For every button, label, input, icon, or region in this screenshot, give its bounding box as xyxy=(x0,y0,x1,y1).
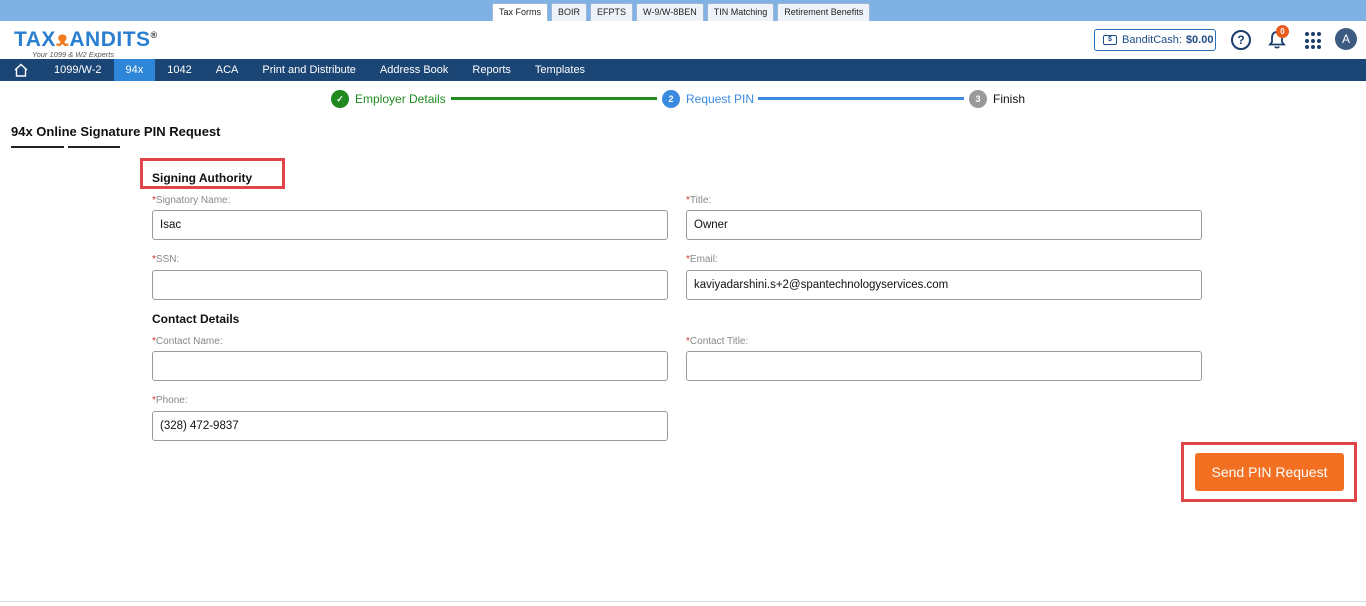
user-avatar[interactable]: A xyxy=(1335,28,1357,50)
step-finish: 3 Finish xyxy=(969,90,1025,108)
bandit-cash-button[interactable]: $ BanditCash: $0.00 xyxy=(1094,29,1216,51)
bandit-cash-label: BanditCash: xyxy=(1122,34,1182,46)
email-input[interactable] xyxy=(686,270,1202,300)
nav-print-and-distribute[interactable]: Print and Distribute xyxy=(250,59,368,81)
signatory-name-label: *Signatory Name: xyxy=(152,195,231,206)
step-number: 2 xyxy=(662,90,680,108)
nav-aca[interactable]: ACA xyxy=(204,59,251,81)
owl-icon: ᴥ xyxy=(55,28,70,51)
home-icon[interactable] xyxy=(0,59,42,81)
cash-icon: $ xyxy=(1103,35,1117,45)
ssn-label: *SSN: xyxy=(152,254,180,265)
app-header: TAXᴥANDITS® Your 1099 & W2 Experts $ Ban… xyxy=(0,21,1366,59)
tab-retirement-benefits[interactable]: Retirement Benefits xyxy=(777,3,871,21)
step-label: Request PIN xyxy=(686,92,755,106)
nav-address-book[interactable]: Address Book xyxy=(368,59,460,81)
registered-mark: ® xyxy=(150,30,158,40)
help-icon[interactable]: ? xyxy=(1231,30,1251,50)
tab-w9-w8ben[interactable]: W-9/W-8BEN xyxy=(636,3,704,21)
signatory-name-input[interactable] xyxy=(152,210,668,240)
logo-text-right: ANDITS xyxy=(69,28,151,51)
title-input[interactable] xyxy=(686,210,1202,240)
email-label: *Email: xyxy=(686,254,718,265)
nav-1042[interactable]: 1042 xyxy=(155,59,203,81)
tab-tax-forms[interactable]: Tax Forms xyxy=(492,3,549,21)
footer-divider xyxy=(0,601,1366,602)
signing-authority-heading: Signing Authority xyxy=(152,171,253,185)
bandit-cash-amount: $0.00 xyxy=(1185,34,1214,46)
ssn-input[interactable] xyxy=(152,270,668,300)
taxbandits-logo[interactable]: TAXᴥANDITS® Your 1099 & W2 Experts xyxy=(14,24,158,60)
logo-text-left: TAX xyxy=(14,28,56,51)
phone-label: *Phone: xyxy=(152,395,188,406)
step-connector xyxy=(758,97,964,100)
step-connector xyxy=(451,97,657,100)
nav-templates[interactable]: Templates xyxy=(523,59,597,81)
tab-tin-matching[interactable]: TIN Matching xyxy=(706,3,775,21)
nav-94x[interactable]: 94x xyxy=(113,59,156,81)
page-title: 94x Online Signature PIN Request xyxy=(11,124,221,139)
check-icon: ✓ xyxy=(331,90,349,108)
title-underline xyxy=(68,146,120,148)
nav-1099-w2[interactable]: 1099/W-2 xyxy=(42,59,114,81)
nav-reports[interactable]: Reports xyxy=(460,59,523,81)
contact-details-heading: Contact Details xyxy=(152,312,240,326)
tab-boir[interactable]: BOIR xyxy=(551,3,588,21)
logo-tagline: Your 1099 & W2 Experts xyxy=(32,50,115,59)
contact-name-label: *Contact Name: xyxy=(152,336,223,347)
step-request-pin: 2 Request PIN xyxy=(662,90,754,108)
step-label: Finish xyxy=(993,92,1026,106)
step-number: 3 xyxy=(969,90,987,108)
contact-title-input[interactable] xyxy=(686,351,1202,381)
product-tab-bar: Tax Forms BOIR EFPTS W-9/W-8BEN TIN Matc… xyxy=(0,0,1366,21)
step-label: Employer Details xyxy=(355,92,446,106)
title-label: *Title: xyxy=(686,195,712,206)
contact-name-input[interactable] xyxy=(152,351,668,381)
phone-input[interactable] xyxy=(152,411,668,441)
step-employer-details[interactable]: ✓ Employer Details xyxy=(331,90,446,108)
main-nav: 1099/W-2 94x 1042 ACA Print and Distribu… xyxy=(0,59,1366,81)
title-underline xyxy=(11,146,64,148)
tab-efpts[interactable]: EFPTS xyxy=(590,3,634,21)
contact-title-label: *Contact Title: xyxy=(686,336,749,347)
apps-grid-icon[interactable] xyxy=(1305,30,1325,50)
send-pin-request-button[interactable]: Send PIN Request xyxy=(1195,453,1344,491)
notification-badge: 0 xyxy=(1276,25,1289,38)
